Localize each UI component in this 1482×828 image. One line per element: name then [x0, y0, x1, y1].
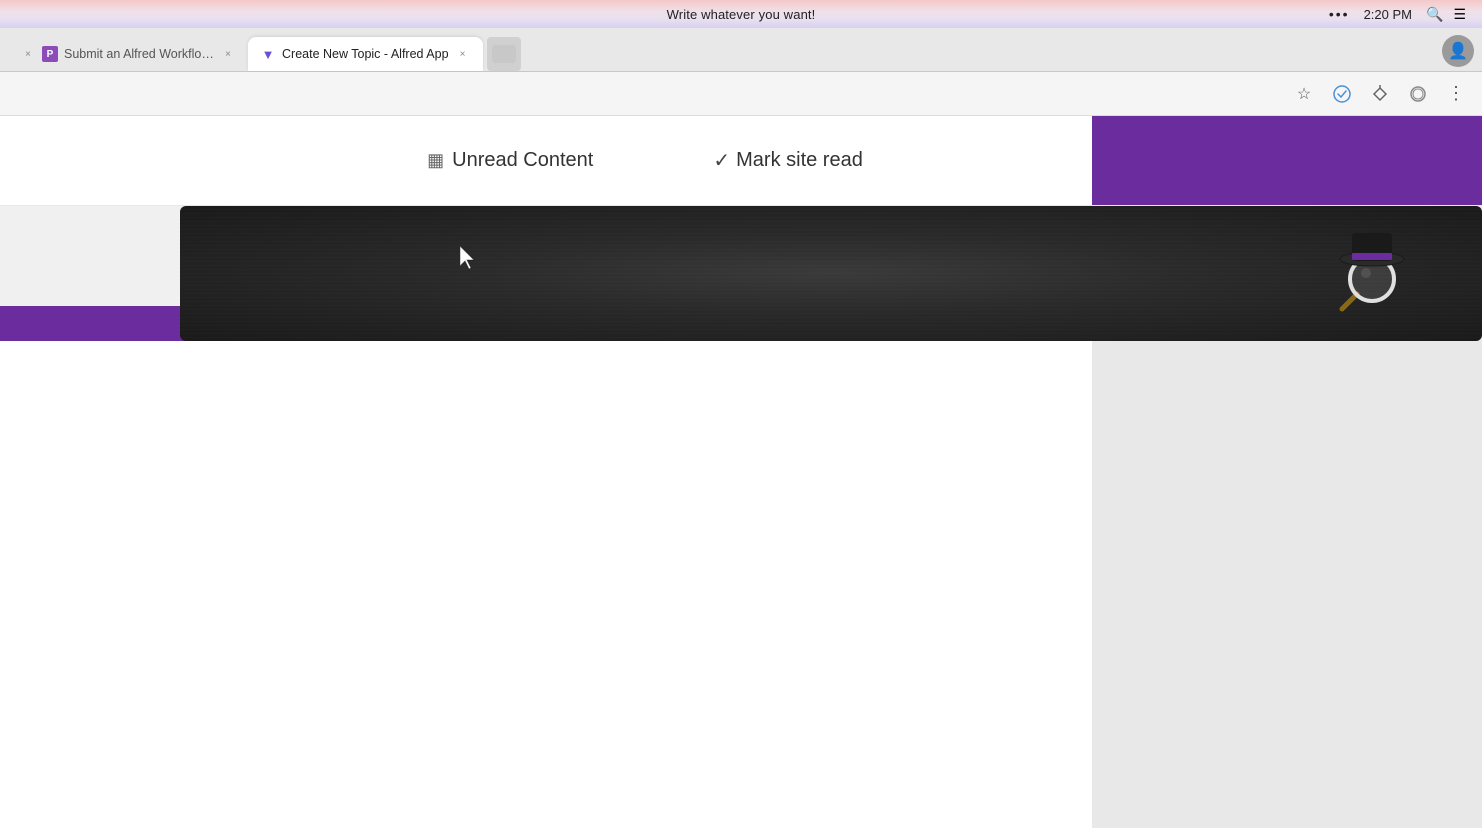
- vipassana-icon: [1333, 85, 1351, 103]
- tab-title-1: Submit an Alfred Workflow | Pa: [64, 47, 214, 61]
- user-avatar[interactable]: 👤: [1442, 35, 1474, 67]
- os-bar-dots: •••: [1329, 6, 1350, 22]
- address-bar: ☆ ⋮: [0, 72, 1482, 116]
- os-bar-right-controls: ••• 2:20 PM 🔍 ☰: [1329, 0, 1466, 28]
- alfred-logo: [1322, 224, 1422, 324]
- unread-actions: ▦ Unread Content ✓ Mark site read: [100, 148, 1190, 173]
- browser: × P Submit an Alfred Workflow | Pa × ▼ C…: [0, 28, 1482, 828]
- more-button[interactable]: ⋮: [1442, 80, 1470, 108]
- os-bar-time: 2:20 PM: [1364, 7, 1412, 22]
- address-bar-right: ☆ ⋮: [1290, 80, 1470, 108]
- tab-close-1[interactable]: ×: [20, 46, 36, 62]
- extension-icon: [1371, 85, 1389, 103]
- purple-header-right: [1092, 116, 1482, 205]
- user-icon: 👤: [1448, 41, 1468, 61]
- openai-button[interactable]: [1404, 80, 1432, 108]
- unread-bar: ▦ Unread Content ✓ Mark site read: [0, 116, 1482, 206]
- new-tab-icon: [492, 45, 516, 63]
- mark-site-read-label: Mark site read: [736, 149, 863, 172]
- openai-icon: [1409, 85, 1427, 103]
- extension-button[interactable]: [1366, 80, 1394, 108]
- search-icon[interactable]: 🔍: [1426, 6, 1443, 23]
- os-bar: Write whatever you want! ••• 2:20 PM 🔍 ☰: [0, 0, 1482, 28]
- tab-close-btn-2[interactable]: ×: [455, 46, 471, 62]
- main-content: ▦ Unread Content ✓ Mark site read: [0, 116, 1482, 828]
- new-tab-button[interactable]: [487, 37, 521, 71]
- tab-close-btn-1[interactable]: ×: [220, 46, 236, 62]
- unread-content-icon: ▦: [427, 150, 444, 171]
- vipassana-button[interactable]: [1328, 80, 1356, 108]
- tab-create-topic[interactable]: ▼ Create New Topic - Alfred App ×: [248, 37, 483, 71]
- alfred-banner: [180, 206, 1482, 341]
- bookmark-button[interactable]: ☆: [1290, 80, 1318, 108]
- tab-favicon-1: P: [42, 46, 58, 62]
- alfred-logo-svg: [1327, 229, 1417, 319]
- unread-content-button[interactable]: ▦ Unread Content: [427, 149, 593, 172]
- mouse-cursor: [460, 246, 480, 275]
- bookmark-icon: ☆: [1297, 84, 1311, 104]
- content-area: [0, 206, 1482, 828]
- os-bar-icons: 🔍 ☰: [1426, 6, 1466, 23]
- tab-title-2: Create New Topic - Alfred App: [282, 47, 449, 61]
- mark-read-check-icon: ✓: [713, 148, 730, 173]
- tab-submit-alfred[interactable]: × P Submit an Alfred Workflow | Pa ×: [8, 37, 248, 71]
- more-icon: ⋮: [1447, 83, 1465, 104]
- tab-bar: × P Submit an Alfred Workflow | Pa × ▼ C…: [0, 28, 1482, 72]
- white-area: [0, 341, 1092, 828]
- tab-favicon-2: ▼: [260, 46, 276, 62]
- list-icon[interactable]: ☰: [1453, 6, 1466, 23]
- mark-site-read-button[interactable]: ✓ Mark site read: [713, 148, 862, 173]
- os-bar-title: Write whatever you want!: [667, 7, 816, 22]
- unread-content-label: Unread Content: [452, 149, 593, 172]
